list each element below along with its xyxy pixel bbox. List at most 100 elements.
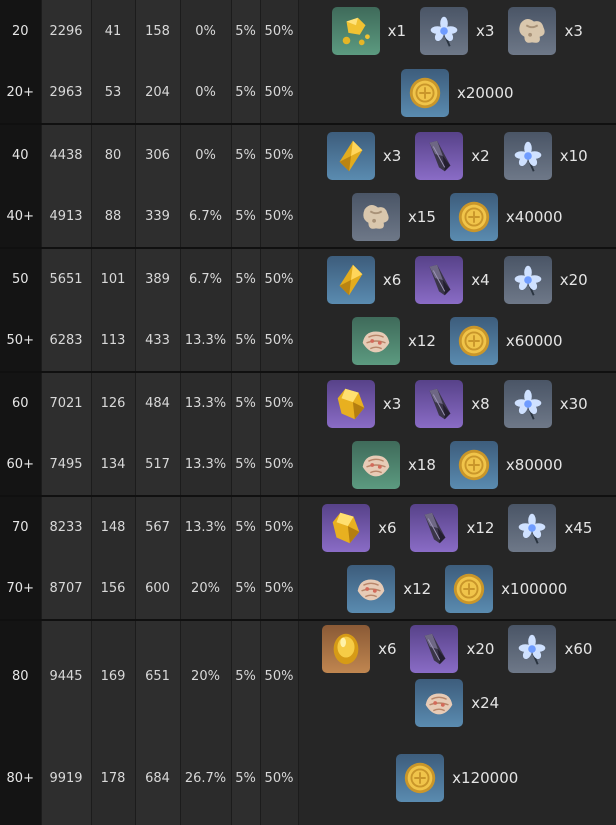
stat-cell: 20%	[180, 558, 231, 620]
material-item: x120000	[396, 754, 518, 802]
materials-cell: x20000	[298, 62, 616, 124]
stat-cell: 5651	[41, 248, 91, 310]
stat-cell: 50%	[260, 62, 298, 124]
level-cell: 80+	[0, 731, 41, 825]
material-quantity: x18	[408, 456, 436, 474]
material-item: x10	[504, 132, 588, 180]
material-quantity: x8	[471, 395, 489, 413]
material-item: x2	[415, 132, 489, 180]
materials-list: x3x8x30	[299, 376, 616, 432]
level-cell: 20	[0, 0, 41, 62]
shell-icon	[347, 565, 395, 613]
stat-cell: 6.7%	[180, 186, 231, 248]
materials-cell: x1x3x3	[298, 0, 616, 62]
material-item: x12	[347, 565, 431, 613]
stat-cell: 4913	[41, 186, 91, 248]
materials-list: x12 x60000	[299, 313, 616, 369]
material-item: x20000	[401, 69, 514, 117]
table-row: 5056511013896.7%5%50%x6x4x20	[0, 248, 616, 310]
level-cell: 70+	[0, 558, 41, 620]
gold-gem-icon	[322, 625, 370, 673]
material-quantity: x60	[564, 640, 592, 658]
shell-icon	[352, 441, 400, 489]
material-quantity: x4	[471, 271, 489, 289]
stat-cell: 5%	[231, 186, 260, 248]
stat-cell: 8233	[41, 496, 91, 558]
stat-cell: 651	[135, 620, 180, 731]
stat-cell: 0%	[180, 124, 231, 186]
material-item: x30	[504, 380, 588, 428]
level-cell: 60	[0, 372, 41, 434]
stat-cell: 433	[135, 310, 180, 372]
stat-cell: 6.7%	[180, 248, 231, 310]
material-item: x24	[415, 679, 499, 727]
material-item: x20	[410, 625, 494, 673]
stat-cell: 148	[91, 496, 135, 558]
table-row: 404438803060%5%50%x3x2x10	[0, 124, 616, 186]
material-quantity: x6	[378, 640, 396, 658]
material-quantity: x12	[408, 332, 436, 350]
stat-cell: 684	[135, 731, 180, 825]
stat-cell: 2296	[41, 0, 91, 62]
material-quantity: x3	[383, 147, 401, 165]
material-item: x6	[327, 256, 401, 304]
coin-icon	[450, 193, 498, 241]
material-quantity: x6	[378, 519, 396, 537]
stat-cell: 5%	[231, 558, 260, 620]
stat-cell: 9919	[41, 731, 91, 825]
stat-cell: 20%	[180, 620, 231, 731]
table-row: 20+2963532040%5%50%x20000	[0, 62, 616, 124]
materials-cell: x3 x2 x10	[298, 124, 616, 186]
material-item: x12	[410, 504, 494, 552]
blue-flower-icon	[504, 380, 552, 428]
stat-cell: 26.7%	[180, 731, 231, 825]
material-item: x18	[352, 441, 436, 489]
stat-cell: 50%	[260, 434, 298, 496]
materials-cell: x18x80000	[298, 434, 616, 496]
material-item: x40000	[450, 193, 563, 241]
table-row: 80+991917868426.7%5%50%x120000	[0, 731, 616, 825]
material-quantity: x12	[466, 519, 494, 537]
stat-cell: 80	[91, 124, 135, 186]
stat-cell: 50%	[260, 124, 298, 186]
blue-flower-icon	[508, 625, 556, 673]
materials-cell: x6 x20 x60 x24	[298, 620, 616, 731]
stat-cell: 50%	[260, 372, 298, 434]
gold-nugget-icon	[332, 7, 380, 55]
materials-cell: x12 x60000	[298, 310, 616, 372]
level-cell: 50	[0, 248, 41, 310]
table-row: 50+628311343313.3%5%50%x12x60000	[0, 310, 616, 372]
materials-cell: x6x4x20	[298, 248, 616, 310]
stat-cell: 8707	[41, 558, 91, 620]
shell-icon	[352, 317, 400, 365]
stat-cell: 101	[91, 248, 135, 310]
stat-cell: 204	[135, 62, 180, 124]
stat-cell: 5%	[231, 372, 260, 434]
table-row: 70823314856713.3%5%50%x6x12x45	[0, 496, 616, 558]
materials-list: x1x3x3	[299, 3, 616, 59]
material-quantity: x15	[408, 208, 436, 226]
material-quantity: x60000	[506, 332, 563, 350]
material-quantity: x10	[560, 147, 588, 165]
stat-cell: 0%	[180, 62, 231, 124]
material-quantity: x20000	[457, 84, 514, 102]
stat-cell: 178	[91, 731, 135, 825]
stat-cell: 13.3%	[180, 310, 231, 372]
stat-cell: 126	[91, 372, 135, 434]
material-quantity: x30	[560, 395, 588, 413]
stat-cell: 50%	[260, 0, 298, 62]
stat-cell: 5%	[231, 62, 260, 124]
stat-cell: 306	[135, 124, 180, 186]
materials-cell: x120000	[298, 731, 616, 825]
shell-icon	[415, 679, 463, 727]
materials-list: x12x100000	[299, 561, 616, 617]
stat-cell: 53	[91, 62, 135, 124]
stat-cell: 113	[91, 310, 135, 372]
stat-cell: 50%	[260, 248, 298, 310]
dark-crystal-icon	[415, 132, 463, 180]
stat-cell: 5%	[231, 0, 260, 62]
ascension-table: 202296411580%5%50%x1x3x320+2963532040%5%…	[0, 0, 616, 825]
material-quantity: x120000	[452, 769, 518, 787]
stat-cell: 5%	[231, 248, 260, 310]
table-row: 70+870715660020%5%50%x12x100000	[0, 558, 616, 620]
